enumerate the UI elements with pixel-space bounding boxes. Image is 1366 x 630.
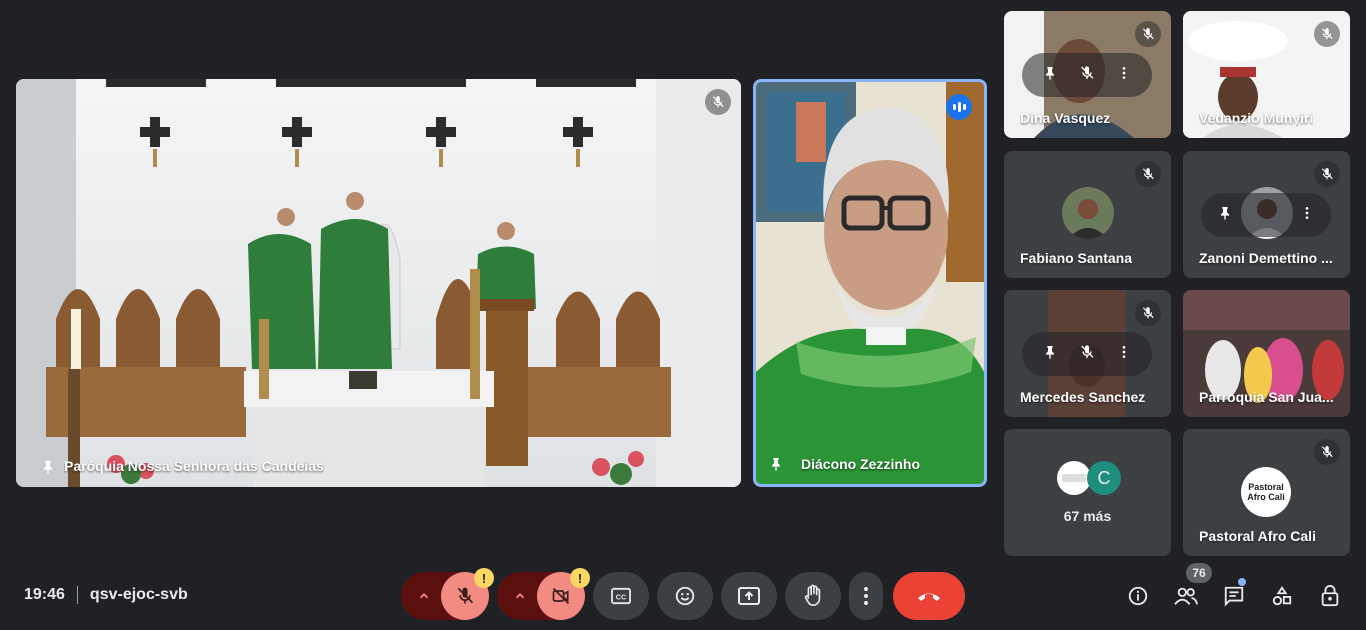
meeting-time: 19:46 [24, 586, 65, 603]
mic-warning-icon: ! [474, 568, 494, 588]
people-button[interactable] [1172, 582, 1200, 610]
more-participants-count: 67 más [1063, 508, 1112, 524]
more-participants-tile[interactable]: C 67 más [1004, 429, 1171, 556]
pin-icon[interactable] [766, 454, 786, 474]
pin-icon[interactable] [38, 457, 58, 477]
chat-notification-dot [1238, 578, 1246, 586]
participant-name: Dina Vasquez [1020, 110, 1111, 126]
raise-hand-button[interactable] [785, 572, 841, 620]
participant-tile[interactable]: Parroquia San Jua... [1183, 290, 1350, 417]
chat-button[interactable] [1220, 582, 1248, 610]
avatar [1061, 187, 1114, 239]
emoji-button[interactable] [657, 572, 713, 620]
speaker-video-tile[interactable]: Diácono Zezzinho [753, 79, 987, 487]
participant-tile[interactable]: Zanoni Demettino ... [1183, 151, 1350, 278]
participants-count-badge: 76 [1186, 563, 1212, 583]
participant-tile[interactable]: Pastoral Afro Cali Pastoral Afro Cali [1183, 429, 1350, 556]
present-icon [738, 587, 760, 605]
participant-name: Pastoral Afro Cali [1199, 528, 1316, 544]
host-controls-button[interactable] [1316, 582, 1344, 610]
meeting-info: 19:46 qsv-ejoc-svb [24, 586, 188, 604]
chevron-up-icon [515, 593, 525, 599]
info-icon [1128, 586, 1148, 606]
mic-off-icon [1135, 300, 1161, 326]
participant-name: Mercedes Sanchez [1020, 389, 1146, 405]
mic-off-icon [457, 587, 474, 604]
participant-tile[interactable]: Fabiano Santana [1004, 151, 1171, 278]
chat-icon [1224, 586, 1244, 607]
more-vert-icon[interactable] [1299, 205, 1315, 226]
mic-off-icon [1314, 439, 1340, 465]
tile-hover-controls[interactable] [1022, 332, 1152, 376]
camera-options-button[interactable] [504, 572, 536, 620]
camera-off-icon [552, 587, 570, 605]
mic-options-button[interactable] [408, 572, 440, 620]
people-icon [1174, 587, 1198, 605]
raise-hand-icon [804, 584, 821, 606]
participant-name: Diácono Zezzinho [801, 456, 920, 472]
activities-icon [1272, 586, 1292, 606]
pastoral-logo: Pastoral Afro Cali [1241, 467, 1291, 517]
church-video-feed [16, 79, 741, 487]
mic-off-icon [1135, 161, 1161, 187]
participant-name: Fabiano Santana [1020, 250, 1133, 266]
end-call-icon [918, 593, 940, 601]
meeting-code: qsv-ejoc-svb [89, 586, 188, 603]
mic-off-icon [1314, 161, 1340, 187]
emoji-icon [675, 586, 695, 606]
tile-hover-controls[interactable] [1022, 53, 1152, 97]
avatar [1057, 461, 1091, 495]
mic-off-icon[interactable] [1079, 344, 1095, 365]
pin-icon[interactable] [1042, 344, 1058, 365]
captions-icon: CC [611, 587, 631, 605]
mic-off-icon [705, 89, 731, 115]
divider [76, 586, 78, 604]
host-controls-icon [1321, 585, 1339, 607]
camera-warning-icon: ! [570, 568, 590, 588]
more-vert-icon[interactable] [1116, 65, 1132, 86]
participant-name: Zanoni Demettino ... [1199, 250, 1333, 266]
mic-off-icon[interactable] [1079, 65, 1095, 86]
pin-icon[interactable] [1042, 65, 1058, 86]
captions-button[interactable]: CC [593, 572, 649, 620]
pin-icon[interactable] [1217, 205, 1233, 226]
mic-off-icon [1314, 21, 1340, 47]
chevron-up-icon [419, 593, 429, 599]
activities-button[interactable] [1268, 582, 1296, 610]
meeting-details-button[interactable] [1124, 582, 1152, 610]
speaking-icon [946, 94, 972, 120]
svg-text:CC: CC [616, 593, 626, 602]
more-options-button[interactable] [849, 572, 883, 620]
avatar: C [1087, 461, 1121, 495]
end-call-button[interactable] [893, 572, 965, 620]
participant-tile[interactable]: Dina Vasquez [1004, 11, 1171, 138]
present-button[interactable] [721, 572, 777, 620]
participant-name: Paróquia Nossa Senhora das Candeias [64, 458, 324, 474]
speaker-video-feed [756, 82, 984, 484]
participant-name: Parroquia San Jua... [1199, 389, 1334, 405]
participant-tile[interactable]: Mercedes Sanchez [1004, 290, 1171, 417]
tile-hover-controls[interactable] [1201, 193, 1331, 237]
participant-tile[interactable]: Vedanzio Munyiri [1183, 11, 1350, 138]
more-vert-icon[interactable] [1116, 344, 1132, 365]
participant-name: Vedanzio Munyiri [1199, 110, 1314, 126]
mic-off-icon [1135, 21, 1161, 47]
main-video-tile[interactable]: Paróquia Nossa Senhora das Candeias [16, 79, 741, 487]
more-vert-icon [864, 587, 868, 605]
